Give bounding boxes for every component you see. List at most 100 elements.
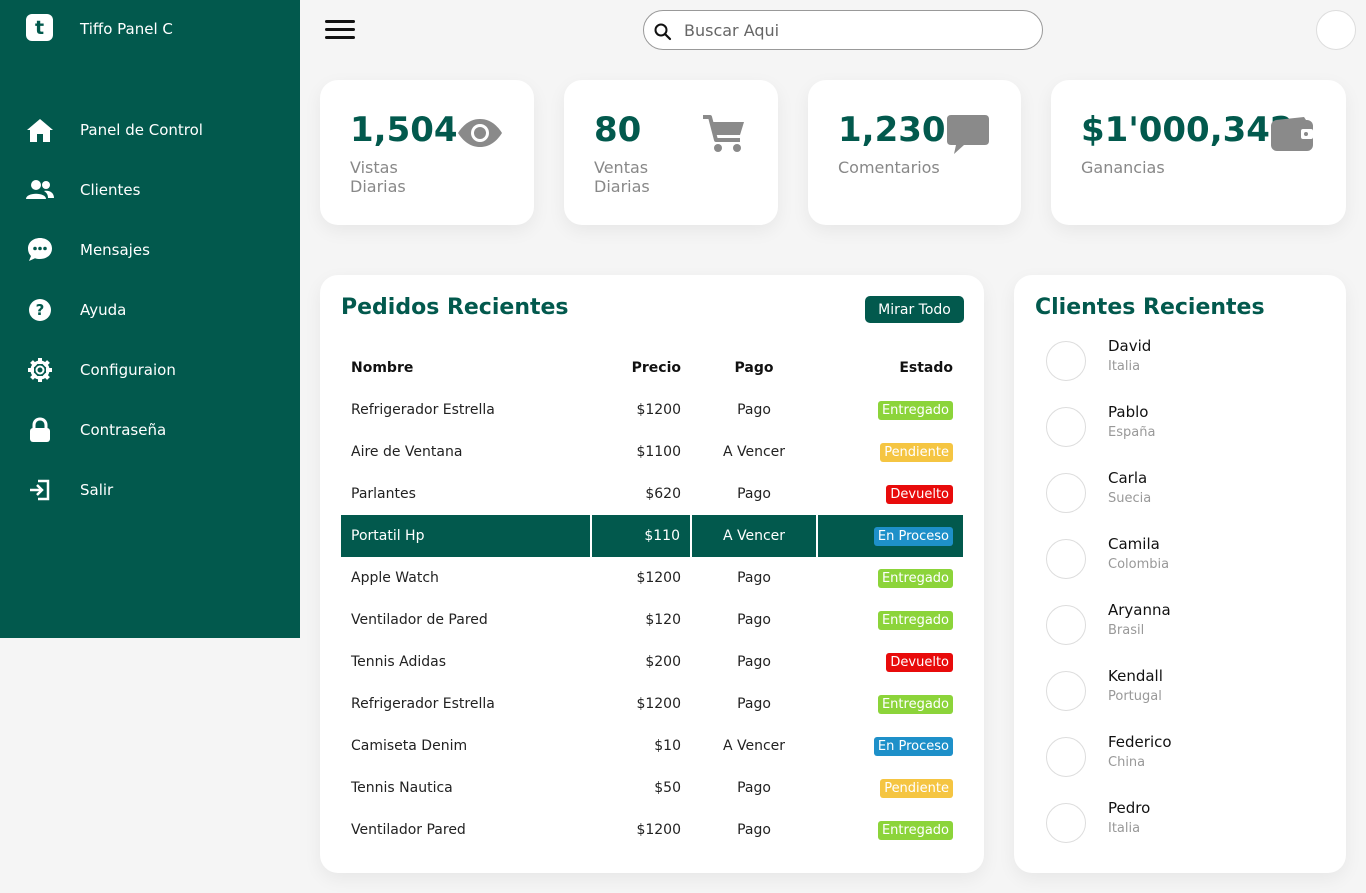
column-header: Nombre bbox=[351, 360, 414, 376]
card-label: Ganancias bbox=[1081, 158, 1165, 177]
table-row[interactable]: Parlantes $620 Pago Devuelto bbox=[341, 473, 963, 515]
brand-name: Tiffo Panel C bbox=[80, 20, 173, 38]
table-row[interactable]: Tennis Nautica $50 Pago Pendiente bbox=[341, 767, 963, 809]
view-all-button[interactable]: Mirar Todo bbox=[865, 296, 964, 323]
search-bar bbox=[643, 10, 1043, 50]
client-avatar bbox=[1046, 605, 1086, 645]
nav-item-panel-de-control[interactable]: Panel de Control bbox=[0, 100, 300, 160]
client-list-item[interactable]: Camila Colombia bbox=[1046, 535, 1326, 587]
status-badge: Pendiente bbox=[880, 778, 953, 798]
order-payment-cell: A Vencer bbox=[722, 738, 786, 754]
order-price-cell: $1200 bbox=[636, 696, 681, 712]
order-name-cell: Refrigerador Estrella bbox=[351, 696, 495, 712]
brand[interactable]: t Tiffo Panel C bbox=[26, 14, 173, 41]
nav-item-ayuda[interactable]: ? Ayuda bbox=[0, 280, 300, 340]
order-price-cell: $200 bbox=[645, 654, 681, 670]
order-status-cell: Pendiente bbox=[817, 431, 963, 473]
table-row[interactable]: Ventilador Pared $1200 Pago Entregado bbox=[341, 809, 963, 851]
order-name-cell: Portatil Hp bbox=[341, 515, 592, 557]
table-row[interactable]: Ventilador de Pared $120 Pago Entregado bbox=[341, 599, 963, 641]
order-name-cell: Ventilador de Pared bbox=[351, 612, 488, 628]
nav-item-configuraion[interactable]: Configuraion bbox=[0, 340, 300, 400]
client-name: Aryanna bbox=[1108, 601, 1171, 619]
order-status-cell: Pendiente bbox=[817, 767, 963, 809]
order-price-cell: $110 bbox=[591, 515, 692, 557]
order-price-cell: $620 bbox=[645, 486, 681, 502]
nav-item-mensajes[interactable]: Mensajes bbox=[0, 220, 300, 280]
client-avatar bbox=[1046, 737, 1086, 777]
nav-item-clientes[interactable]: Clientes bbox=[0, 160, 300, 220]
client-avatar bbox=[1046, 803, 1086, 843]
client-avatar bbox=[1046, 539, 1086, 579]
client-list-item[interactable]: Carla Suecia bbox=[1046, 469, 1326, 521]
client-avatar bbox=[1046, 473, 1086, 513]
stat-card-views[interactable]: 1,504 Vistas Diarias bbox=[320, 80, 534, 225]
table-header-row: Nombre Precio Pago Estado bbox=[341, 347, 963, 389]
chat-icon bbox=[26, 236, 54, 264]
user-avatar[interactable] bbox=[1316, 10, 1356, 50]
order-name-cell: Tennis Nautica bbox=[351, 780, 453, 796]
nav-label: Clientes bbox=[80, 181, 141, 199]
card-label: Vistas Diarias bbox=[350, 158, 406, 196]
nav-item-salir[interactable]: Salir bbox=[0, 460, 300, 520]
client-name: Carla bbox=[1108, 469, 1148, 487]
table-row[interactable]: Refrigerador Estrella $1200 Pago Entregado bbox=[341, 389, 963, 431]
table-row[interactable]: Camiseta Denim $10 A Vencer En Proceso bbox=[341, 725, 963, 767]
client-name: Pablo bbox=[1108, 403, 1149, 421]
card-number: 1,230 bbox=[838, 110, 946, 150]
client-country: España bbox=[1108, 425, 1156, 440]
gear-icon bbox=[26, 356, 54, 384]
table-row[interactable]: Aire de Ventana $1100 A Vencer Pendiente bbox=[341, 431, 963, 473]
users-icon bbox=[26, 176, 54, 204]
wallet-icon bbox=[1271, 117, 1313, 151]
svg-text:?: ? bbox=[36, 301, 45, 319]
stat-card-sales[interactable]: 80 Ventas Diarias bbox=[564, 80, 778, 225]
client-avatar bbox=[1046, 341, 1086, 381]
panel-title: Pedidos Recientes bbox=[341, 295, 569, 320]
client-list-item[interactable]: Federico China bbox=[1046, 733, 1326, 785]
status-badge: Entregado bbox=[877, 568, 953, 588]
status-badge: Entregado bbox=[877, 694, 953, 714]
order-price-cell: $1200 bbox=[636, 570, 681, 586]
status-badge: En Proceso bbox=[873, 736, 953, 756]
order-status-cell: Entregado bbox=[817, 683, 963, 725]
order-status-cell: En Proceso bbox=[817, 515, 963, 557]
client-country: China bbox=[1108, 755, 1146, 770]
order-status-cell: Entregado bbox=[817, 557, 963, 599]
search-input[interactable] bbox=[684, 17, 1024, 43]
nav-item-contrasena[interactable]: Contraseña bbox=[0, 400, 300, 460]
order-name-cell: Ventilador Pared bbox=[351, 822, 466, 838]
order-payment-cell: A Vencer bbox=[722, 444, 786, 460]
client-name: David bbox=[1108, 337, 1152, 355]
client-list-item[interactable]: Pablo España bbox=[1046, 403, 1326, 455]
table-row[interactable]: Apple Watch $1200 Pago Entregado bbox=[341, 557, 963, 599]
nav-label: Panel de Control bbox=[80, 121, 203, 139]
order-payment-cell: Pago bbox=[737, 822, 771, 838]
order-status-cell: Entregado bbox=[817, 389, 963, 431]
order-payment-cell: Pago bbox=[737, 402, 771, 418]
client-country: Portugal bbox=[1108, 689, 1162, 704]
order-payment-cell: Pago bbox=[737, 654, 771, 670]
order-payment-cell: Pago bbox=[737, 486, 771, 502]
client-list-item[interactable]: David Italia bbox=[1046, 337, 1326, 389]
status-badge: Entregado bbox=[877, 610, 953, 630]
order-payment-cell: Pago bbox=[737, 696, 771, 712]
order-payment-cell: Pago bbox=[737, 570, 771, 586]
client-list-item[interactable]: Pedro Italia bbox=[1046, 799, 1326, 851]
order-payment-cell: Pago bbox=[737, 780, 771, 796]
client-list-item[interactable]: Aryanna Brasil bbox=[1046, 601, 1326, 653]
stat-card-earnings[interactable]: $1'000,342 Ganancias bbox=[1051, 80, 1346, 225]
order-name-cell: Camiseta Denim bbox=[351, 738, 468, 754]
table-row[interactable]: Tennis Adidas $200 Pago Devuelto bbox=[341, 641, 963, 683]
column-header: Pago bbox=[734, 360, 774, 376]
client-name: Federico bbox=[1108, 733, 1172, 751]
stat-card-comments[interactable]: 1,230 Comentarios bbox=[808, 80, 1021, 225]
client-country: Italia bbox=[1108, 359, 1141, 374]
order-name-cell: Tennis Adidas bbox=[351, 654, 447, 670]
menu-toggle-button[interactable] bbox=[325, 20, 355, 42]
table-row[interactable]: Portatil Hp $110 A Vencer En Proceso bbox=[341, 515, 963, 557]
card-number: 1,504 bbox=[350, 110, 458, 150]
table-row[interactable]: Refrigerador Estrella $1200 Pago Entregado bbox=[341, 683, 963, 725]
recent-clients-panel: Clientes Recientes David Italia Pablo Españ… bbox=[1014, 275, 1346, 873]
client-list-item[interactable]: Kendall Portugal bbox=[1046, 667, 1326, 719]
